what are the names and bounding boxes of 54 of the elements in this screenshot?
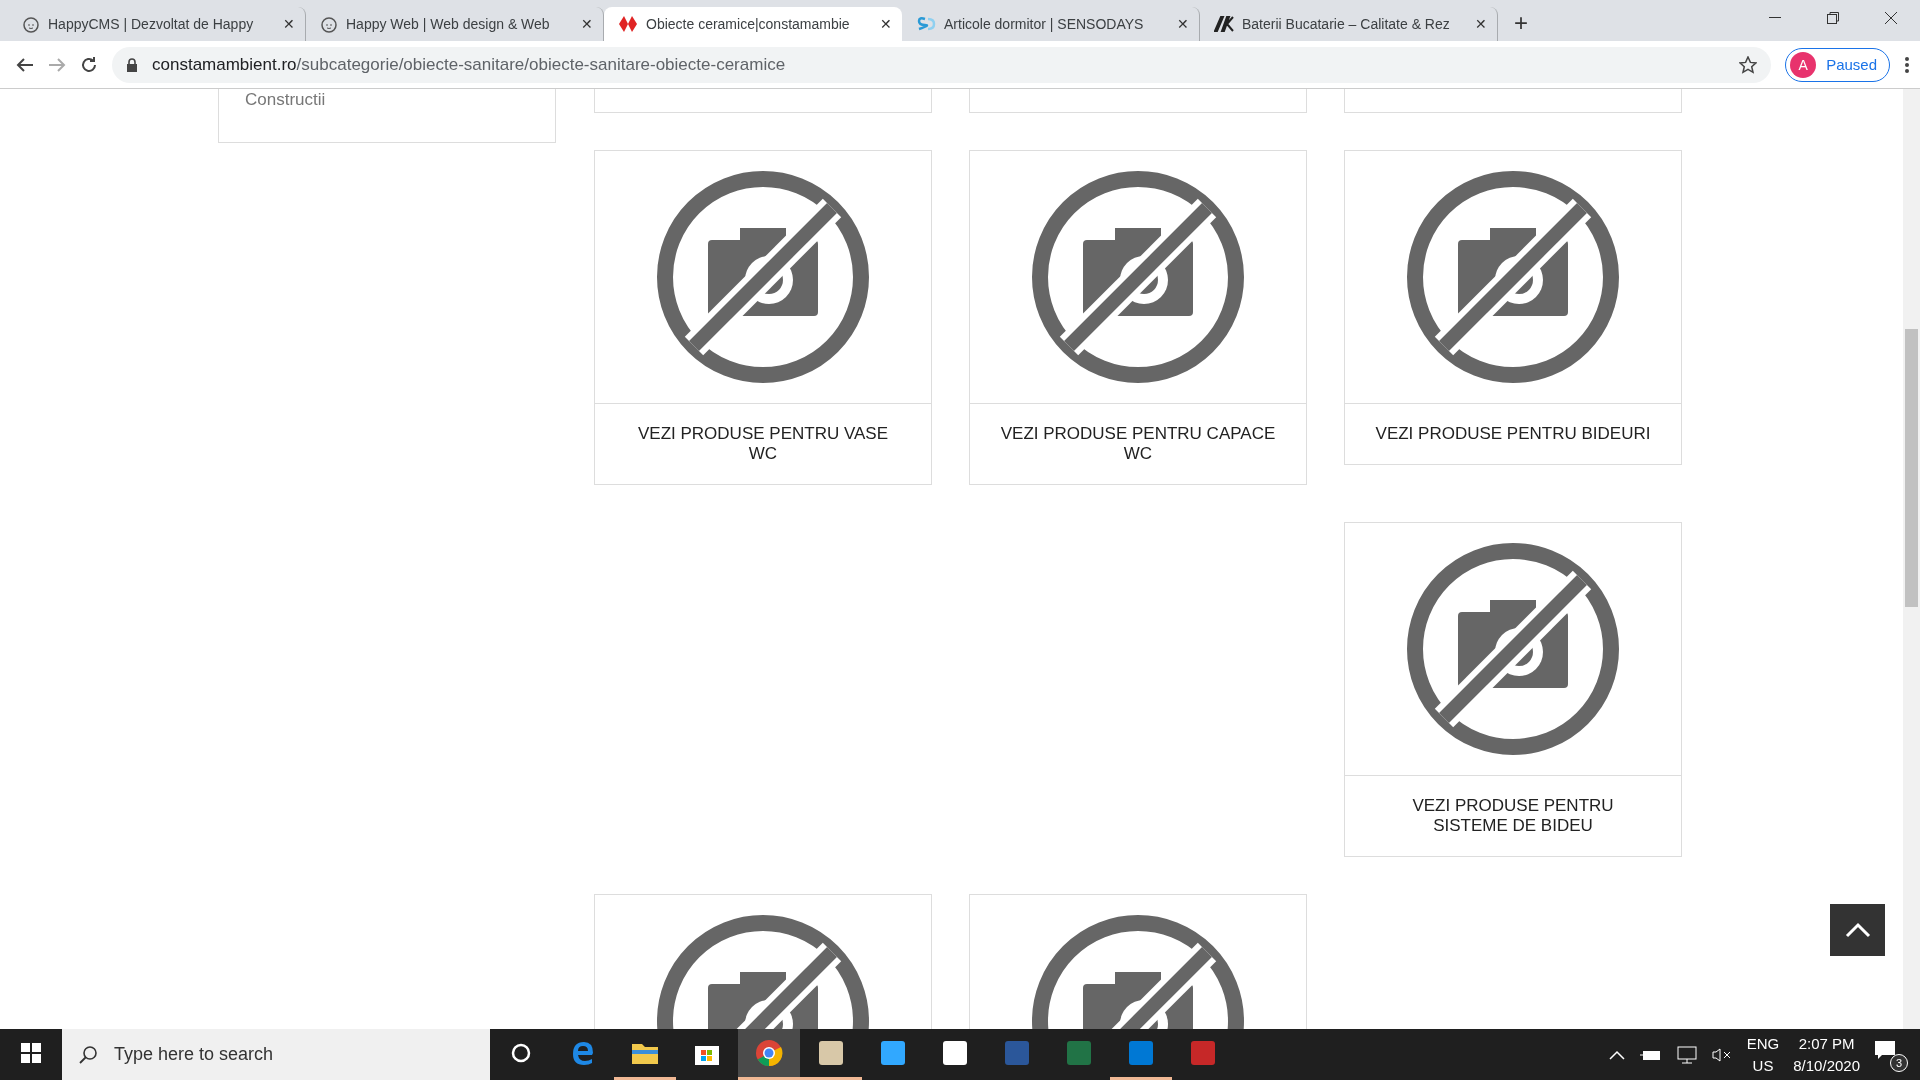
tab-title: Baterii Bucatarie – Calitate & Rez bbox=[1242, 16, 1450, 32]
s-logo-icon bbox=[916, 16, 936, 32]
card-label: VEZI PRODUSE PENTRU SISTEME DE BIDEU bbox=[1411, 795, 1615, 837]
lock-icon bbox=[126, 57, 138, 72]
product-card[interactable]: VEZI PRODUSE PENTRU SISTEME DE BIDEU bbox=[1344, 522, 1682, 857]
back-to-top-button[interactable] bbox=[1830, 904, 1885, 956]
card-label: VEZI PRODUSE PENTRU CAPACE WC bbox=[999, 423, 1277, 465]
card-label: VEZI PRODUSE PENTRU VASE WC bbox=[637, 423, 889, 465]
diamond-logo-icon bbox=[618, 15, 638, 33]
chrome-icon bbox=[755, 1039, 783, 1067]
menu-icon[interactable] bbox=[1904, 55, 1910, 74]
face-icon bbox=[22, 15, 40, 33]
search-icon bbox=[78, 1044, 98, 1065]
no-camera-icon bbox=[1406, 542, 1620, 756]
back-arrow-icon[interactable] bbox=[16, 56, 34, 73]
close-tab-button[interactable]: ✕ bbox=[1177, 16, 1189, 32]
tab-title: HappyCMS | Dezvoltat de Happy bbox=[48, 16, 254, 32]
clock[interactable]: 2:07 PM 8/10/2020 bbox=[1793, 1032, 1860, 1077]
circle-icon bbox=[511, 1043, 531, 1063]
tab-title: Happy Web | Web design & Web bbox=[346, 16, 550, 32]
taskbar-search-field[interactable]: Type here to search bbox=[62, 1029, 490, 1080]
notification-count: 3 bbox=[1890, 1053, 1908, 1072]
close-tab-button[interactable]: ✕ bbox=[1475, 16, 1487, 32]
new-tab-button[interactable]: + bbox=[1514, 9, 1528, 37]
no-camera-icon bbox=[1406, 170, 1620, 384]
address-bar[interactable]: constamambient.ro/subcategorie/obiecte-sanitare/obiecte-sanitare-obiecte-ceramice bbox=[112, 46, 1772, 83]
muted-speaker-icon[interactable] bbox=[1710, 1046, 1733, 1063]
e-logo-icon bbox=[570, 1040, 596, 1066]
close-tab-button[interactable]: ✕ bbox=[283, 16, 295, 32]
monitor-icon[interactable] bbox=[1674, 1045, 1697, 1064]
scrollbar[interactable] bbox=[1903, 89, 1920, 1029]
star-icon[interactable] bbox=[1739, 55, 1758, 74]
product-card[interactable]: VEZI PRODUSE PENTRU VASE WC bbox=[594, 150, 932, 485]
reload-icon[interactable] bbox=[80, 55, 98, 74]
url-text: constamambient.ro/subcategorie/obiecte-sanitare/obiecte-sanitare-obiecte-ceramice bbox=[152, 54, 786, 75]
close-tab-button[interactable]: ✕ bbox=[581, 16, 593, 32]
browser-tab[interactable]: Obiecte ceramice|constamambie ✕ bbox=[604, 7, 902, 41]
chevron-up-icon[interactable] bbox=[1608, 1049, 1625, 1060]
chevron-up-icon bbox=[1844, 922, 1871, 938]
windows-logo-icon bbox=[21, 1043, 41, 1063]
product-card[interactable]: VEZI PRODUSE PENTRU BIDEURI bbox=[1344, 150, 1682, 465]
tab-title: Obiecte ceramice|constamambie bbox=[646, 16, 850, 32]
close-tab-button[interactable]: ✕ bbox=[880, 16, 892, 32]
card-label: VEZI PRODUSE PENTRU BIDEURI bbox=[1374, 423, 1652, 445]
folder-icon bbox=[631, 1041, 659, 1065]
no-camera-icon bbox=[1031, 170, 1245, 384]
tab-title: Articole dormitor | SENSODAYS bbox=[944, 16, 1144, 32]
language-indicator[interactable]: ENG US bbox=[1746, 1032, 1780, 1077]
sidebar-link[interactable]: Constructii bbox=[245, 90, 326, 109]
no-camera-icon bbox=[656, 170, 870, 384]
product-card[interactable]: VEZI PRODUSE PENTRU CAPACE WC bbox=[969, 150, 1307, 485]
ak-logo-icon bbox=[1214, 16, 1234, 32]
avatar: A bbox=[1790, 51, 1817, 78]
face-icon bbox=[320, 15, 338, 33]
